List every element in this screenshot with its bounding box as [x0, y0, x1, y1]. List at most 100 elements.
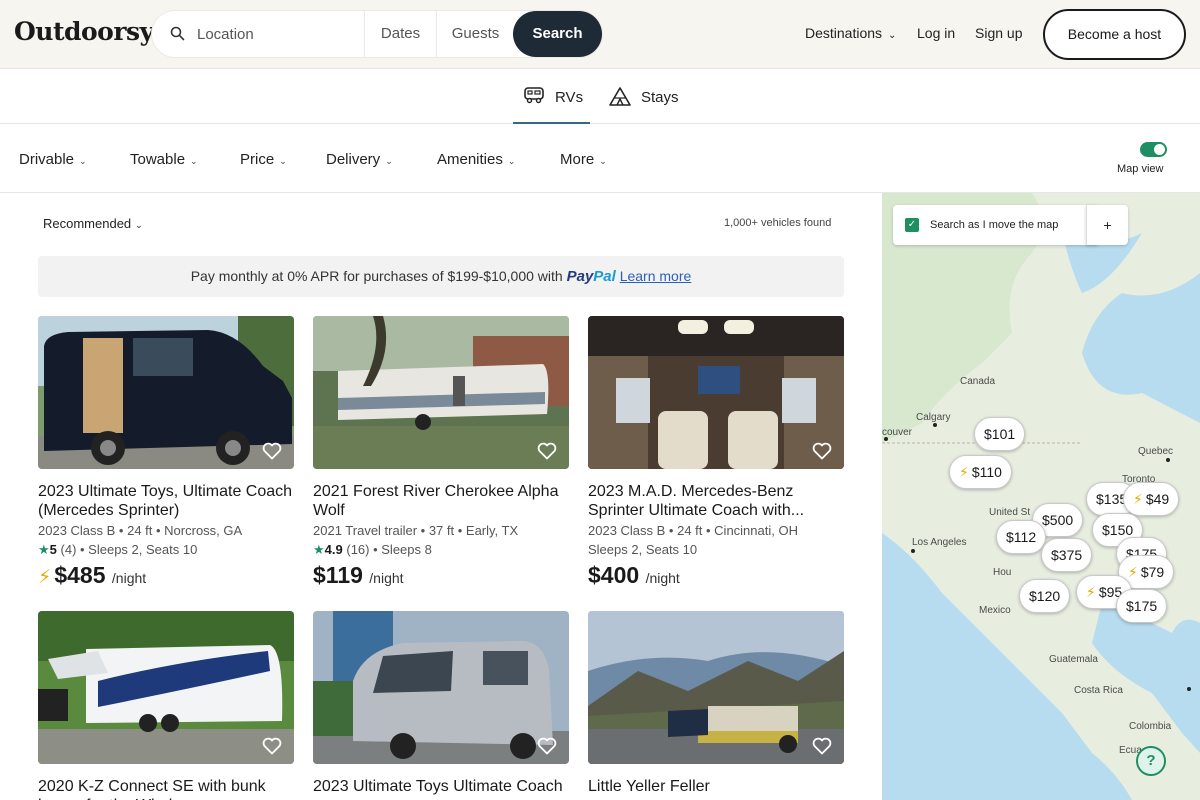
- filter-drivable[interactable]: Drivable ⌄: [19, 151, 87, 168]
- listing-photo[interactable]: [38, 611, 294, 764]
- listing-title[interactable]: 2021 Forest River Cherokee Alpha Wolf: [313, 482, 569, 520]
- destinations-menu[interactable]: Destinations ⌄: [805, 25, 896, 41]
- star-icon: ★: [313, 542, 325, 557]
- chevron-down-icon: ⌄: [279, 156, 287, 166]
- sleeps-text: • Sleeps 2, Seats 10: [76, 542, 198, 557]
- become-host-button[interactable]: Become a host: [1043, 9, 1186, 60]
- price-value: $119: [313, 562, 363, 588]
- results-map[interactable]: ✓ Search as I move the map + Canada Calg…: [882, 193, 1200, 800]
- map-view-label: Map view: [1117, 163, 1164, 175]
- listing-title[interactable]: 2023 Ultimate Toys Ultimate Coach: [313, 777, 569, 796]
- map-price-pin[interactable]: $120: [1019, 579, 1071, 613]
- chevron-down-icon: ⌄: [888, 30, 897, 41]
- listing-title[interactable]: 2023 Ultimate Toys, Ultimate Coach (Merc…: [38, 482, 294, 520]
- heart-icon[interactable]: [537, 737, 557, 760]
- listing-title[interactable]: 2020 K-Z Connect SE with bunk house for …: [38, 777, 294, 800]
- pin-price: $175: [1126, 598, 1158, 614]
- search-as-move-label: Search as I move the map: [930, 219, 1059, 231]
- map-label-guatemala: Guatemala: [1049, 654, 1098, 665]
- tab-stays-label: Stays: [641, 89, 679, 106]
- help-button[interactable]: ?: [1136, 746, 1166, 776]
- site-header: Outdoorsy Location Dates Guests Search D…: [0, 0, 1200, 69]
- pin-price: $500: [1042, 512, 1074, 528]
- pin-price: $49: [1145, 491, 1170, 507]
- heart-icon[interactable]: [262, 442, 282, 465]
- map-label-calgary: Calgary: [916, 412, 951, 423]
- filter-price[interactable]: Price ⌄: [240, 151, 287, 168]
- tab-stays[interactable]: Stays: [608, 69, 688, 124]
- signup-link[interactable]: Sign up: [975, 25, 1022, 41]
- outdoorsy-logo[interactable]: Outdoorsy: [14, 17, 154, 46]
- heart-icon[interactable]: [812, 442, 832, 465]
- price-unit: /night: [645, 570, 680, 586]
- instant-book-icon: ⚡: [959, 464, 969, 480]
- instant-book-icon: ⚡: [1133, 491, 1143, 507]
- map-label-quebec: Quebec: [1138, 446, 1174, 457]
- map-price-pin[interactable]: $112: [996, 520, 1047, 554]
- map-label-canada: Canada: [960, 376, 996, 387]
- pin-price: $112: [1006, 529, 1037, 545]
- map-label-united-states: United St: [989, 507, 1031, 518]
- chevron-down-icon: ⌄: [79, 156, 87, 166]
- star-icon: ★: [38, 542, 50, 557]
- map-label-mexico: Mexico: [979, 605, 1011, 616]
- map-price-pin[interactable]: $175: [1116, 589, 1168, 623]
- checkbox-checked-icon[interactable]: ✓: [905, 218, 919, 232]
- listing-meta: 2021 Travel trailer • 37 ft • Early, TX: [313, 523, 519, 538]
- filter-label: More: [560, 151, 595, 168]
- pin-price: $110: [971, 464, 1002, 480]
- sort-dropdown[interactable]: Recommended ⌄: [43, 216, 143, 231]
- map-label-costa-rica: Costa Rica: [1074, 685, 1123, 696]
- listing-photo[interactable]: [38, 316, 294, 469]
- pin-price: $120: [1029, 588, 1061, 604]
- guests-field[interactable]: Guests: [436, 11, 514, 57]
- search-button[interactable]: Search: [513, 11, 602, 57]
- filter-more[interactable]: More ⌄: [560, 151, 607, 168]
- map-price-pin[interactable]: ⚡ $110: [949, 455, 1012, 489]
- map-price-pin[interactable]: $375: [1041, 538, 1093, 572]
- listing-title[interactable]: Little Yeller Feller: [588, 777, 844, 796]
- instant-book-icon: ⚡: [38, 567, 52, 588]
- heart-icon[interactable]: [812, 737, 832, 760]
- login-link[interactable]: Log in: [917, 25, 955, 41]
- chevron-down-icon: ⌄: [190, 156, 198, 166]
- filter-delivery[interactable]: Delivery ⌄: [326, 151, 393, 168]
- instant-book-icon: ⚡: [1128, 564, 1138, 580]
- listing-photo[interactable]: [313, 316, 569, 469]
- filter-label: Drivable: [19, 151, 75, 168]
- paypal-banner: Pay monthly at 0% APR for purchases of $…: [38, 256, 844, 297]
- listing-title[interactable]: 2023 M.A.D. Mercedes-Benz Sprinter Ultim…: [588, 482, 844, 520]
- location-field[interactable]: Location: [152, 11, 364, 57]
- listing-price: $400 /night: [588, 562, 680, 589]
- listing-photo[interactable]: [588, 316, 844, 469]
- filter-towable[interactable]: Towable ⌄: [130, 151, 198, 168]
- pin-price: $375: [1051, 547, 1083, 563]
- listing-price: ⚡ $485 /night: [38, 562, 146, 589]
- map-label-houston: Hou: [993, 567, 1012, 578]
- listing-photo[interactable]: [313, 611, 569, 764]
- heart-icon[interactable]: [262, 737, 282, 760]
- chevron-down-icon: ⌄: [599, 156, 607, 166]
- sort-label: Recommended: [43, 216, 132, 231]
- map-price-pin[interactable]: ⚡ $49: [1123, 482, 1180, 516]
- listing-meta: 2023 Class B • 24 ft • Cincinnati, OH: [588, 523, 798, 538]
- listing-price: $119 /night: [313, 562, 404, 589]
- listing-photo[interactable]: [588, 611, 844, 764]
- tab-rvs[interactable]: RVs: [513, 69, 590, 124]
- filter-label: Towable: [130, 151, 186, 168]
- map-view-toggle[interactable]: [1140, 142, 1167, 157]
- location-placeholder: Location: [197, 26, 254, 43]
- dates-field[interactable]: Dates: [364, 11, 436, 57]
- zoom-in-button[interactable]: +: [1086, 205, 1128, 245]
- filter-amenities[interactable]: Amenities ⌄: [437, 151, 515, 168]
- search-as-move-control[interactable]: ✓ Search as I move the map: [893, 205, 1099, 245]
- map-label-colombia: Colombia: [1129, 721, 1172, 732]
- city-dot: [884, 437, 888, 441]
- map-price-pin[interactable]: $101: [974, 417, 1026, 451]
- city-dot: [1187, 687, 1191, 691]
- city-dot: [911, 549, 915, 553]
- heart-icon[interactable]: [537, 442, 557, 465]
- pin-price: $150: [1102, 522, 1134, 538]
- review-count: (16): [346, 542, 370, 557]
- learn-more-link[interactable]: Learn more: [620, 268, 692, 284]
